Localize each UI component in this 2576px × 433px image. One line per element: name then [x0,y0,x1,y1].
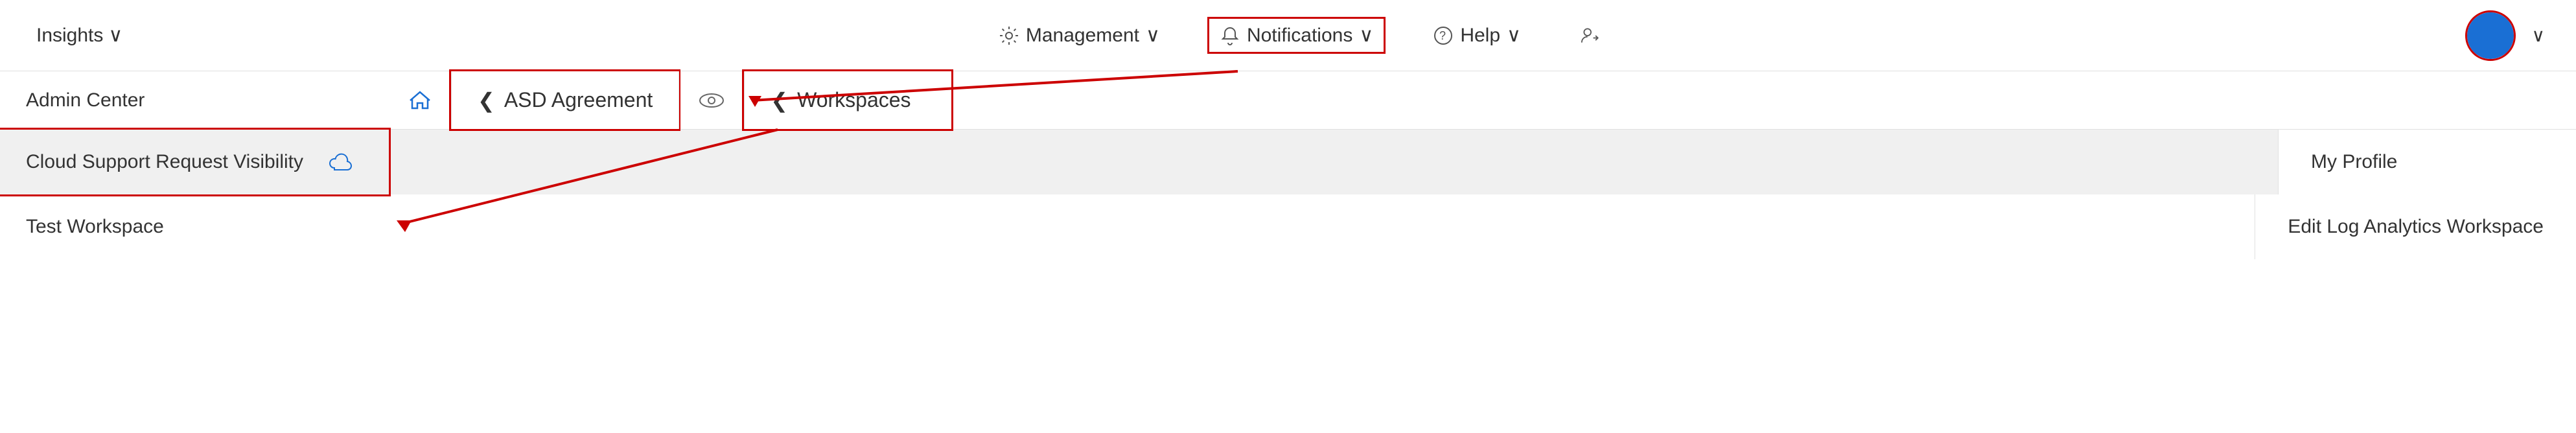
cloud-icon [329,152,355,172]
third-row: Cloud Support Request Visibility My Prof… [0,130,2576,194]
user-avatar[interactable] [2467,12,2514,59]
home-icon-area [389,71,451,129]
management-label: Management [1026,25,1139,47]
bell-icon [1220,25,1240,46]
test-workspace-label: Test Workspace [26,216,164,238]
second-row: Admin Center ❮ ASD Agreement ❮ Workspace… [0,71,2576,130]
edit-log-analytics-item[interactable]: Edit Log Analytics Workspace [2255,194,2576,259]
svg-text:?: ? [1439,29,1446,42]
management-menu[interactable]: Management ∨ [988,19,1170,52]
home-icon [408,89,432,112]
edit-log-analytics-label: Edit Log Analytics Workspace [2288,216,2544,238]
asd-agreement-label: ASD Agreement [504,88,653,112]
cloud-support-label: Cloud Support Request Visibility [26,151,303,173]
fourth-row: Test Workspace Edit Log Analytics Worksp… [0,194,2576,259]
asd-right-area [679,71,744,129]
gear-icon [999,25,1019,46]
admin-center-label: Admin Center [0,71,389,129]
workspaces-button[interactable]: ❮ Workspaces [744,71,951,129]
top-bar-left: Insights ∨ [26,19,133,52]
insights-chevron: ∨ [108,24,122,47]
test-workspace-item[interactable]: Test Workspace [0,194,389,259]
user-switch-icon [1581,25,1601,46]
management-chevron: ∨ [1146,24,1160,47]
top-bar-right: ∨ [2467,12,2551,59]
notifications-menu[interactable]: Notifications ∨ [1209,19,1384,52]
workspaces-label: Workspaces [797,88,911,112]
row-spacer [389,194,2255,259]
eye-icon [699,91,725,110]
workspaces-chevron-left: ❮ [771,88,788,113]
user-menu-chevron[interactable]: ∨ [2527,19,2551,51]
top-bar-center: Management ∨ Notifications ∨ ? Help ∨ [133,19,2466,52]
help-menu[interactable]: ? Help ∨ [1422,19,1531,52]
notifications-chevron: ∨ [1359,24,1373,47]
top-bar: Insights ∨ Management ∨ Notificati [0,0,2576,71]
help-chevron: ∨ [1507,24,1521,47]
insights-menu[interactable]: Insights ∨ [26,19,133,52]
my-profile-item[interactable]: My Profile [2278,130,2576,194]
asd-agreement-button[interactable]: ❮ ASD Agreement [451,71,679,129]
user-switch-button[interactable] [1570,20,1612,51]
cloud-support-item[interactable]: Cloud Support Request Visibility [0,130,389,194]
help-label: Help [1460,25,1500,47]
my-profile-label: My Profile [2311,151,2397,173]
spacer [389,130,2278,194]
insights-label: Insights [36,25,103,47]
help-circle-icon: ? [1433,25,1454,46]
notifications-label: Notifications [1247,25,1352,47]
asd-chevron-left: ❮ [478,88,495,113]
